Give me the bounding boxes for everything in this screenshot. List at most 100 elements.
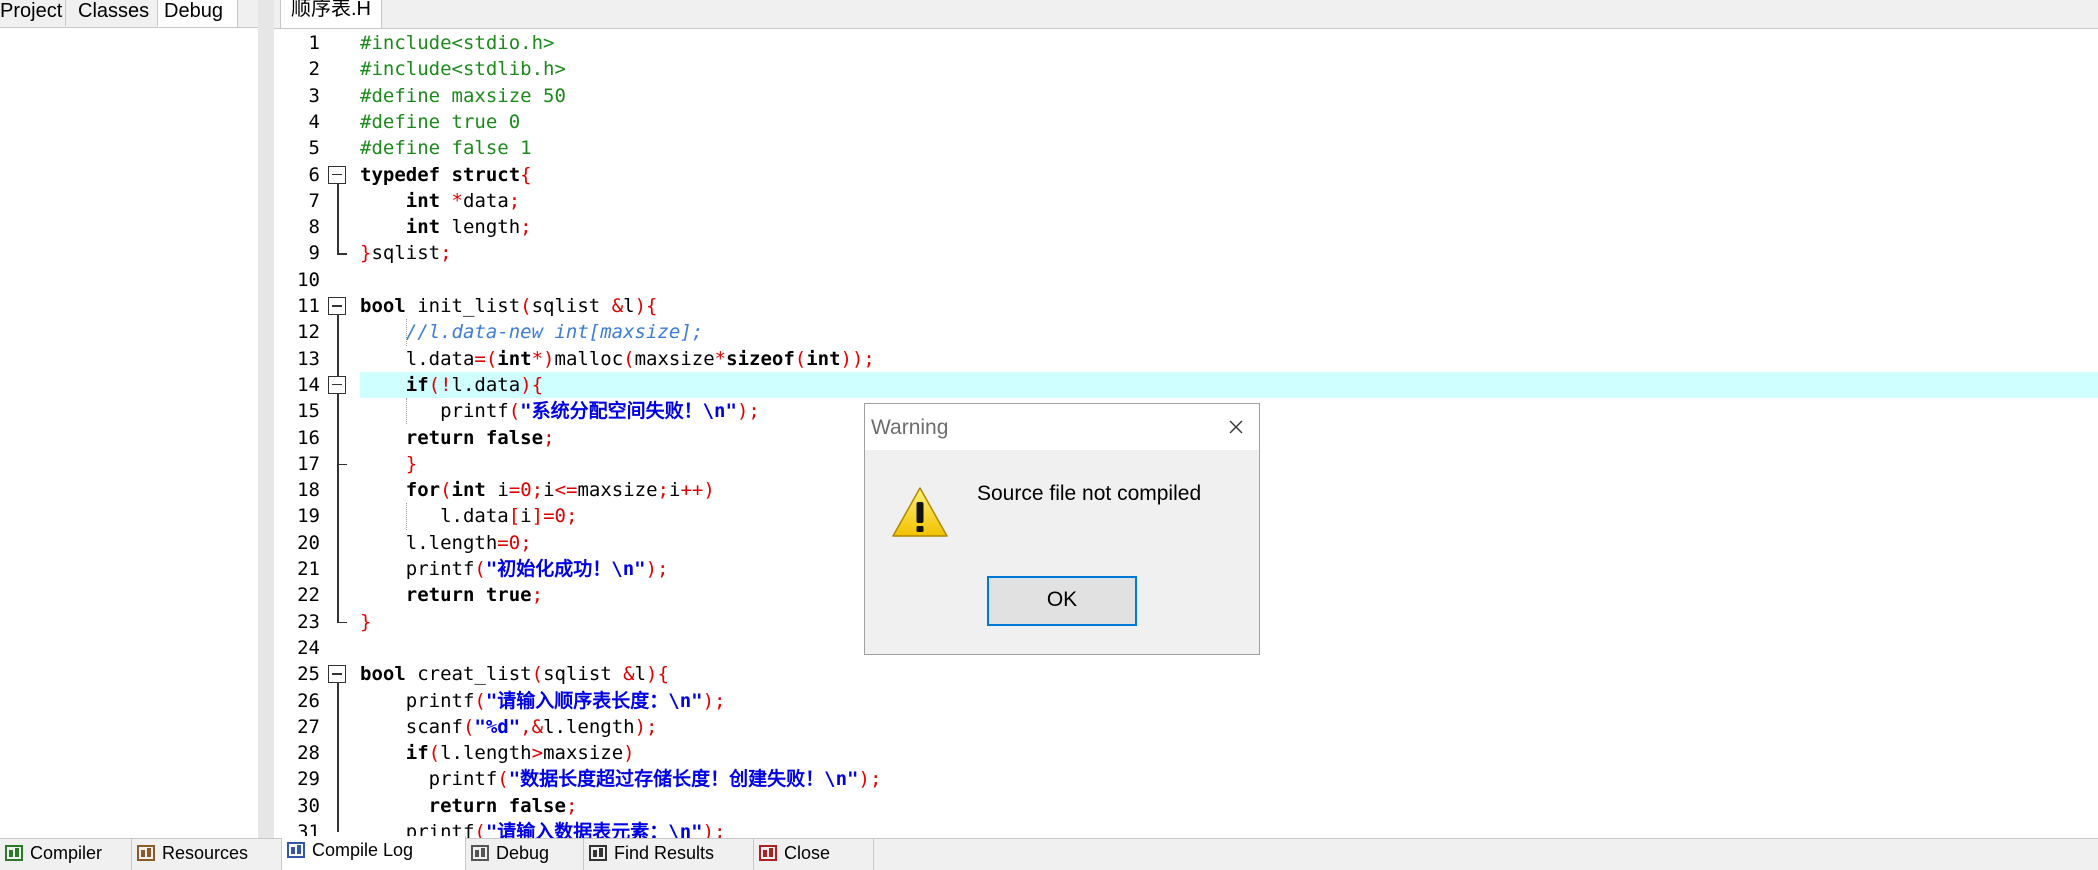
code-line[interactable]: return false;: [360, 793, 2098, 819]
line-number: 8: [308, 216, 320, 239]
line-number: 11: [297, 295, 320, 317]
dialog-title: Warning: [871, 416, 949, 439]
code-line[interactable]: scanf("%d",&l.length);: [360, 714, 2098, 740]
warning-icon: [891, 486, 949, 538]
code-line[interactable]: int length;: [360, 214, 2098, 240]
find-results-icon: [588, 844, 608, 862]
tab-classes[interactable]: Classes: [72, 0, 158, 26]
code-line[interactable]: printf("请输入顺序表长度：\n");: [360, 688, 2098, 714]
tab-debug[interactable]: Debug: [158, 0, 238, 30]
fold-toggle-icon[interactable]: [328, 375, 346, 394]
code-line[interactable]: bool init_list(sqlist &l){: [360, 293, 2098, 319]
code-line[interactable]: if(!l.data){: [360, 371, 2098, 399]
bottom-tab-label: Resources: [162, 843, 249, 863]
line-number: 9: [308, 242, 320, 265]
bottom-tab-label: Compiler: [30, 843, 103, 863]
close-icon[interactable]: [1219, 410, 1253, 444]
compile-log-icon: [286, 841, 306, 859]
line-number: 18: [297, 479, 320, 502]
indent-guide: [406, 398, 407, 425]
debug-icon: [470, 844, 490, 862]
code-line[interactable]: printf("请输入数据表元素：\n");: [360, 819, 2098, 838]
line-number: 30: [297, 794, 320, 817]
line-number: 12: [297, 321, 320, 344]
fold-range-line: [337, 683, 339, 832]
line-number: 10: [297, 268, 320, 291]
indent-guide: [406, 319, 407, 346]
bottom-tab-label: Find Results: [614, 843, 715, 863]
left-panel: Project Classes Debug: [0, 0, 258, 839]
line-number: 17: [297, 452, 320, 475]
code-line[interactable]: [360, 267, 2098, 293]
bottom-tab-label: Debug: [496, 843, 550, 863]
code-line[interactable]: //l.data-new int[maxsize];: [360, 319, 2098, 345]
fold-toggle-icon[interactable]: [328, 665, 346, 684]
editor-tab-file[interactable]: 顺序表.H: [280, 0, 382, 28]
dialog-message: Source file not compiled: [977, 482, 1202, 505]
warning-dialog: Warning Source file not compiled OK: [864, 403, 1260, 655]
bottom-tab-label: Compile Log: [312, 840, 414, 860]
editor-gutter: 1 2 3 4 5 6 7 8 9 10 11 12 13 14 15 16 17 18 19 20 21 22 23 24 2…: [274, 29, 360, 843]
code-line[interactable]: #define false 1: [360, 135, 2098, 161]
line-number: 7: [308, 189, 320, 212]
left-panel-splitter[interactable]: [258, 0, 274, 838]
line-number: 3: [308, 84, 320, 107]
bottom-tab-compiler[interactable]: Compiler: [0, 839, 132, 870]
line-number: 14: [297, 373, 320, 396]
fold-end-marker: [337, 463, 347, 466]
line-number: 23: [297, 610, 320, 633]
line-number: 24: [297, 636, 320, 659]
bottom-tab-label: Close: [784, 843, 831, 863]
fold-range-line: [337, 315, 339, 622]
line-number: 25: [297, 663, 320, 686]
code-line[interactable]: #include<stdio.h>: [360, 30, 2098, 56]
code-line[interactable]: int *data;: [360, 188, 2098, 214]
line-number: 5: [308, 137, 320, 160]
compiler-icon: [4, 844, 24, 862]
line-number: 22: [297, 584, 320, 607]
bottom-tabbar: Compiler Resources Compile Log Debug Find Re…: [0, 836, 2098, 870]
line-number: 19: [297, 505, 320, 528]
line-number: 26: [297, 689, 320, 712]
bottom-tab-resources[interactable]: Resources: [132, 839, 282, 870]
line-number: 4: [308, 110, 320, 133]
line-number: 13: [297, 347, 320, 370]
code-line[interactable]: if(l.length>maxsize): [360, 740, 2098, 766]
code-line[interactable]: #define true 0: [360, 109, 2098, 135]
ok-button[interactable]: OK: [987, 576, 1137, 626]
code-line[interactable]: printf("数据长度超过存储长度！创建失败！\n");: [360, 766, 2098, 792]
code-line[interactable]: #define maxsize 50: [360, 83, 2098, 109]
line-number: 6: [308, 163, 320, 186]
close-icon: [758, 844, 778, 862]
bottom-tab-find-results[interactable]: Find Results: [584, 839, 754, 870]
line-number: 27: [297, 715, 320, 738]
indent-guide: [406, 503, 407, 530]
fold-end-marker: [337, 253, 347, 255]
bottom-tab-close[interactable]: Close: [754, 839, 874, 870]
line-number: 1: [308, 32, 320, 54]
tab-project[interactable]: Project: [0, 0, 66, 26]
left-tabbar: Project Classes Debug: [0, 0, 258, 30]
code-line[interactable]: bool creat_list(sqlist &l){: [360, 661, 2098, 687]
code-line[interactable]: l.data=(int*)malloc(maxsize*sizeof(int))…: [360, 346, 2098, 372]
fold-end-marker: [337, 621, 347, 624]
code-line[interactable]: typedef struct{: [360, 162, 2098, 188]
left-panel-content: [0, 27, 258, 839]
fold-toggle-icon[interactable]: [328, 297, 346, 315]
line-number: 29: [297, 768, 320, 791]
line-number: 15: [297, 400, 320, 423]
line-number: 2: [308, 58, 320, 81]
line-number: 28: [297, 742, 320, 765]
line-number: 16: [297, 426, 320, 449]
bottom-tab-compile-log[interactable]: Compile Log: [282, 836, 466, 870]
fold-toggle-icon[interactable]: [328, 165, 346, 184]
code-line[interactable]: }sqlist;: [360, 240, 2098, 266]
line-number: 20: [297, 531, 320, 554]
dialog-titlebar[interactable]: Warning: [865, 404, 1259, 450]
resources-icon: [136, 844, 156, 862]
fold-range-line: [337, 183, 339, 254]
editor-tabbar: 顺序表.H: [274, 0, 2098, 29]
code-line[interactable]: #include<stdlib.h>: [360, 56, 2098, 82]
line-number: 21: [297, 558, 320, 580]
bottom-tab-debug[interactable]: Debug: [466, 839, 584, 870]
